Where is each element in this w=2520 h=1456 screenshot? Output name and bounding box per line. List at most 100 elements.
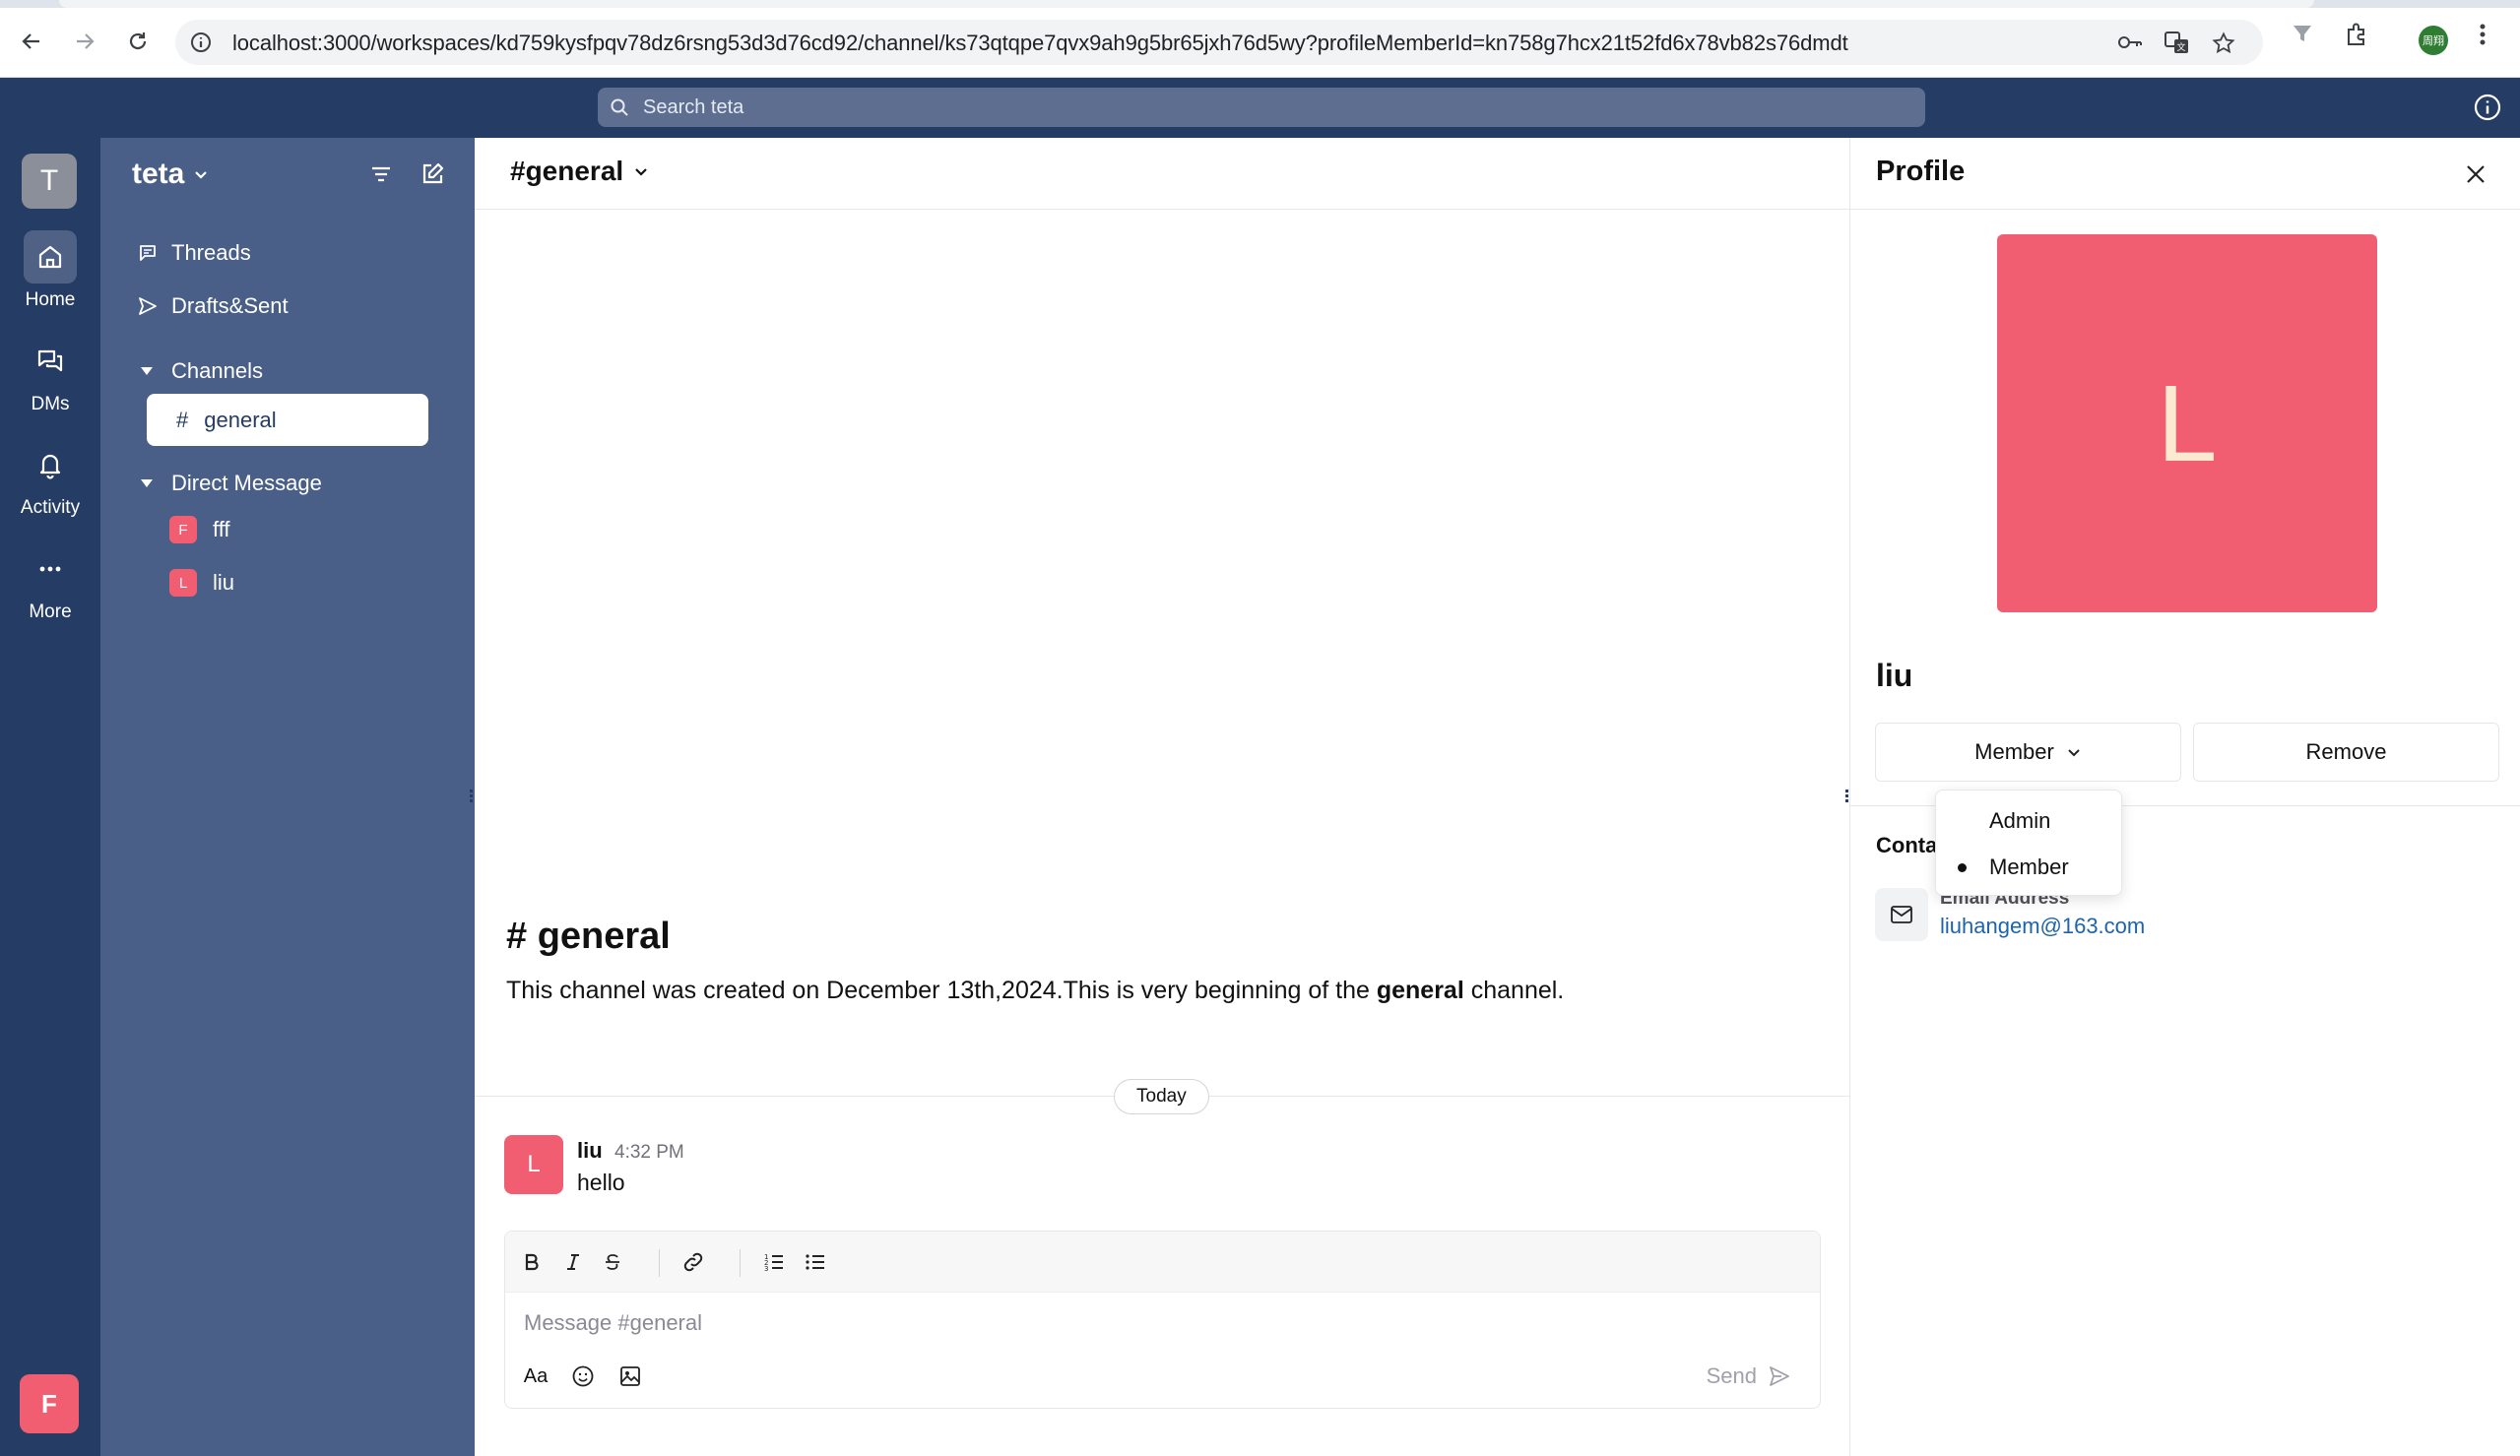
back-button[interactable] (12, 22, 51, 61)
sidebar-item-threads[interactable]: Threads (138, 240, 251, 266)
role-option-label: Admin (1989, 808, 2051, 833)
search-input[interactable]: Search teta (598, 88, 1925, 127)
browser-menu-icon[interactable] (2478, 22, 2488, 52)
send-icon (139, 297, 157, 315)
channel-intro-text: This channel was created on December 13t… (506, 977, 1565, 1004)
italic-icon[interactable] (558, 1247, 588, 1277)
toolbar-divider (740, 1249, 741, 1277)
strikethrough-icon[interactable] (598, 1247, 627, 1277)
translate-icon[interactable]: 文 (2165, 32, 2190, 60)
svg-text:文: 文 (2176, 41, 2185, 53)
workspace-switcher[interactable]: teta (132, 158, 210, 191)
rail-item-home[interactable]: Home (0, 230, 100, 311)
message-text: hello (577, 1170, 625, 1195)
reload-button[interactable] (118, 22, 158, 61)
rail-label-more: More (29, 601, 72, 622)
sidebar-item-dm-fff[interactable]: F fff (169, 516, 230, 543)
workspace-rail: T Home DMs Activity More F (0, 138, 100, 1456)
message-input[interactable]: Message #general (524, 1310, 702, 1336)
channel-intro-title: # general (506, 916, 671, 957)
sidebar-label-threads: Threads (171, 240, 251, 265)
hash-icon: # (176, 407, 189, 432)
workspace-name: teta (132, 158, 185, 190)
avatar: F (169, 516, 197, 543)
dm-section-toggle[interactable]: Direct Message (140, 471, 322, 496)
close-icon[interactable] (2461, 159, 2490, 189)
url-text[interactable]: localhost:3000/workspaces/kd759kysfpqv78… (232, 31, 1848, 56)
compose-icon[interactable] (420, 161, 445, 192)
filter-icon[interactable] (368, 161, 394, 192)
dm-section-label: Direct Message (171, 471, 322, 495)
forward-button[interactable] (65, 22, 104, 61)
send-label: Send (1706, 1363, 1757, 1388)
rail-item-dms[interactable]: DMs (0, 335, 100, 415)
bold-icon[interactable] (517, 1247, 547, 1277)
search-icon (610, 97, 629, 122)
caret-down-icon (141, 479, 153, 487)
channel-header: #general (475, 138, 1850, 210)
emoji-icon[interactable] (568, 1361, 598, 1391)
channels-section-label: Channels (171, 358, 263, 383)
sidebar-item-dm-liu[interactable]: L liu (169, 569, 234, 597)
bullet-list-icon[interactable] (801, 1247, 830, 1277)
extension-filter-icon[interactable] (2291, 22, 2314, 50)
dm-name: fff (213, 517, 230, 541)
chevron-down-icon (195, 171, 208, 179)
address-bar[interactable]: localhost:3000/workspaces/kd759kysfpqv78… (175, 20, 2263, 65)
rail-label-activity: Activity (20, 497, 81, 518)
profile-name: liu (1876, 658, 1913, 693)
remove-member-button[interactable]: Remove (2193, 723, 2499, 782)
password-key-icon[interactable] (2117, 32, 2143, 58)
ellipsis-icon (39, 566, 61, 572)
message-timestamp: 4:32 PM (614, 1142, 684, 1163)
sidebar-item-drafts[interactable]: Drafts&Sent (138, 293, 289, 319)
sidebar-item-general[interactable]: # general (147, 394, 428, 446)
format-toggle-button[interactable]: Aa (521, 1361, 550, 1391)
channel-name: general (204, 407, 277, 432)
profile-header: Profile (1850, 138, 2520, 210)
avatar: L (169, 569, 197, 597)
sidebar-resize-handle[interactable] (468, 786, 480, 805)
channels-section-toggle[interactable]: Channels (140, 358, 263, 384)
composer-toolbar: 123 (505, 1232, 1820, 1293)
workspace-avatar[interactable]: T (22, 154, 77, 209)
contact-section-title: Conta (1876, 833, 1938, 857)
date-divider: Today (1114, 1079, 1209, 1114)
rail-item-more[interactable]: More (0, 542, 100, 623)
rail-item-activity[interactable]: Activity (0, 438, 100, 519)
channel-sidebar: teta Threads Drafts&Sent Channels # gene… (100, 138, 475, 1456)
browser-profile-avatar[interactable]: 周翔 (2419, 26, 2448, 55)
image-upload-icon[interactable] (615, 1361, 645, 1391)
page-title: #general (510, 156, 624, 186)
bell-icon (39, 454, 61, 479)
current-user-avatar[interactable]: F (20, 1374, 79, 1433)
extensions-puzzle-icon[interactable] (2344, 22, 2369, 52)
send-icon (1770, 1366, 1789, 1386)
email-link[interactable]: liuhangem@163.com (1940, 914, 2145, 939)
rail-label-home: Home (25, 289, 76, 310)
info-icon[interactable] (2473, 93, 2502, 127)
role-option-label: Member (1989, 855, 2069, 879)
profile-avatar: L (1997, 234, 2377, 612)
link-icon[interactable] (678, 1247, 708, 1277)
browser-chrome: localhost:3000/workspaces/kd759kysfpqv78… (0, 0, 2520, 78)
app-topbar: Search teta (0, 78, 2520, 138)
send-button[interactable]: Send (1707, 1363, 1790, 1389)
channel-main: #general # general This channel was crea… (475, 138, 1850, 1456)
site-info-icon[interactable] (189, 31, 213, 59)
arrow-left-icon (22, 33, 39, 49)
role-option-member[interactable]: Member (1936, 848, 2121, 887)
chevron-down-icon (2068, 749, 2080, 757)
bookmark-star-icon[interactable] (2212, 32, 2235, 60)
chat-bubbles-icon (37, 349, 63, 372)
sidebar-label-drafts: Drafts&Sent (171, 293, 289, 318)
mail-icon (1891, 906, 1912, 923)
message-author[interactable]: liu (577, 1138, 603, 1164)
ordered-list-icon[interactable]: 123 (759, 1247, 789, 1277)
mail-icon-box (1875, 888, 1928, 941)
role-select-button[interactable]: Member (1875, 723, 2181, 782)
profile-title: Profile (1876, 156, 1966, 187)
channel-title-button[interactable]: #general (510, 156, 649, 187)
role-option-admin[interactable]: Admin (1936, 801, 2121, 841)
avatar[interactable]: L (504, 1135, 563, 1194)
